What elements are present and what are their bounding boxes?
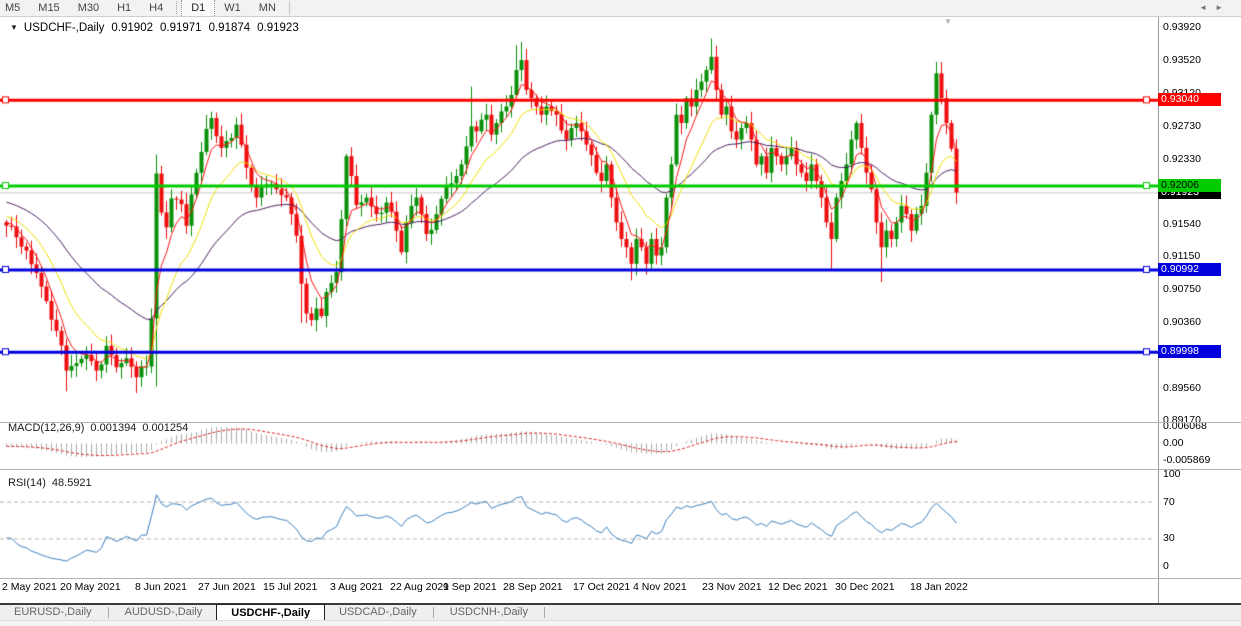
macd-indicator-label: MACD(12,26,9)0.0013940.001254 <box>8 422 188 435</box>
date-axis-label: 27 Jun 2021 <box>198 581 256 594</box>
date-axis-label: 30 Dec 2021 <box>835 581 895 594</box>
symbol-dropdown-icon[interactable]: ▼ <box>10 23 18 32</box>
date-axis-label: 4 Nov 2021 <box>633 581 687 594</box>
timeframe-button-m15[interactable]: M15 <box>29 0 68 16</box>
chart-tab-audusd[interactable]: AUDUSD-,Daily <box>111 605 217 620</box>
price-badge-hline-1: 0.92006 <box>1158 179 1221 192</box>
tab-divider <box>108 607 109 618</box>
rsi-axis-tick: 70 <box>1163 496 1237 508</box>
chart-title-row: ▼ USDCHF-,Daily 0.91902 0.91971 0.91874 0.919… <box>10 22 299 36</box>
timeframe-button-mn[interactable]: MN <box>250 0 285 16</box>
timeframe-button-h1[interactable]: H1 <box>108 0 140 16</box>
tab-scroll-left-icon[interactable]: ◄ <box>1199 3 1215 12</box>
macd-axis-tick: 0.00 <box>1163 437 1237 449</box>
rsi-axis-tick: 30 <box>1163 532 1237 544</box>
date-axis-label: 8 Jun 2021 <box>135 581 187 594</box>
tab-scroll-arrows[interactable]: ◄► <box>1199 3 1231 12</box>
price-badge-hline-3: 0.89998 <box>1158 345 1221 358</box>
macd-pane-separator[interactable] <box>0 422 1241 423</box>
macd-signal-value: 0.001254 <box>142 422 188 434</box>
ohlc-close: 0.91923 <box>257 22 299 34</box>
toolbar-separator <box>176 1 177 15</box>
price-axis-tick: 0.93920 <box>1163 21 1237 33</box>
chart-window: ▼ USDCHF-,Daily 0.91902 0.91971 0.91874 0.919… <box>0 17 1241 603</box>
date-axis-label: 3 Aug 2021 <box>330 581 383 594</box>
timeframe-button-m5[interactable]: M5 <box>0 0 29 16</box>
price-badge-hline-2: 0.90992 <box>1158 263 1221 276</box>
toolbar-separator <box>289 1 290 15</box>
tab-scroll-right-icon[interactable]: ► <box>1215 3 1231 12</box>
ohlc-open: 0.91902 <box>111 22 153 34</box>
chart-tab-usdcnh[interactable]: USDCNH-,Daily <box>436 605 542 620</box>
chart-shift-marker-icon[interactable]: ▼ <box>944 17 952 26</box>
price-axis-tick: 0.92730 <box>1163 120 1237 132</box>
date-axis-separator <box>0 578 1241 579</box>
date-axis-label: 20 May 2021 <box>60 581 121 594</box>
price-axis-tick: 0.90750 <box>1163 283 1237 295</box>
date-axis-label: 28 Sep 2021 <box>503 581 563 594</box>
tab-divider <box>433 607 434 618</box>
date-axis-label: 17 Oct 2021 <box>573 581 630 594</box>
chart-tab-bar: EURUSD-,DailyAUDUSD-,DailyUSDCHF-,DailyU… <box>0 603 1241 620</box>
macd-axis-tick: -0.005869 <box>1163 454 1237 466</box>
date-axis-label: 12 Dec 2021 <box>768 581 828 594</box>
date-axis-label: 9 Sep 2021 <box>443 581 497 594</box>
chart-tab-eurusd[interactable]: EURUSD-,Daily <box>0 605 106 620</box>
mt4-terminal: M5M15M30H1H4 D1W1MN ▼ USDCHF-,Daily 0.91902… <box>0 0 1241 626</box>
rsi-value: 48.5921 <box>52 477 92 489</box>
macd-main-value: 0.001394 <box>90 422 136 434</box>
date-axis-label: 22 Aug 2021 <box>390 581 449 594</box>
price-axis-tick: 0.91150 <box>1163 250 1237 262</box>
price-axis-tick: 0.93520 <box>1163 54 1237 66</box>
chart-tab-usdchf[interactable]: USDCHF-,Daily <box>216 604 325 620</box>
date-axis-label: 15 Jul 2021 <box>263 581 317 594</box>
price-axis-tick: 0.90360 <box>1163 316 1237 328</box>
status-strip <box>0 620 1241 626</box>
timeframe-button-d1[interactable]: D1 <box>181 0 215 16</box>
rsi-pane-separator[interactable] <box>0 469 1241 470</box>
price-badge-hline-0: 0.93040 <box>1158 93 1221 106</box>
price-chart-canvas[interactable] <box>0 17 1158 603</box>
chart-tab-usdcad[interactable]: USDCAD-,Daily <box>325 605 431 620</box>
date-axis-label: 18 Jan 2022 <box>910 581 968 594</box>
date-axis-label: 23 Nov 2021 <box>702 581 762 594</box>
tab-divider <box>544 607 545 618</box>
rsi-axis-tick: 0 <box>1163 560 1237 572</box>
date-axis-label: 2 May 2021 <box>2 581 57 594</box>
timeframe-button-h4[interactable]: H4 <box>140 0 172 16</box>
timeframe-button-m30[interactable]: M30 <box>69 0 108 16</box>
timeframe-button-w1[interactable]: W1 <box>215 0 250 16</box>
price-axis-tick: 0.92330 <box>1163 153 1237 165</box>
rsi-indicator-label: RSI(14)48.5921 <box>8 477 92 490</box>
ohlc-high: 0.91971 <box>160 22 202 34</box>
price-axis-tick: 0.89560 <box>1163 382 1237 394</box>
chart-symbol-title: USDCHF-,Daily <box>24 22 105 34</box>
timeframe-toolbar: M5M15M30H1H4 D1W1MN <box>0 0 1241 17</box>
ohlc-low: 0.91874 <box>209 22 251 34</box>
price-axis-tick: 0.91540 <box>1163 218 1237 230</box>
